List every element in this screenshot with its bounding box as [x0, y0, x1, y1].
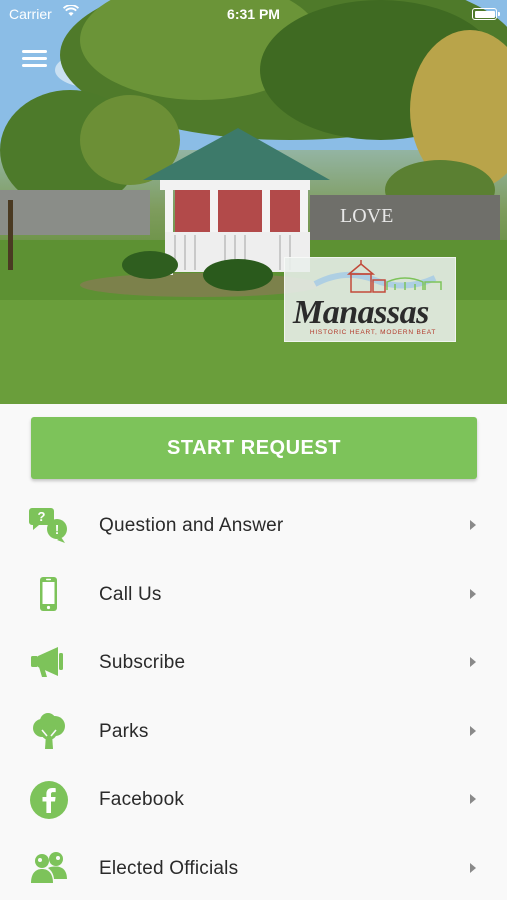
menu-item-label: Question and Answer	[99, 515, 284, 536]
menu-item-facebook[interactable]: Facebook	[0, 765, 507, 834]
menu-item-call-us[interactable]: Call Us	[0, 560, 507, 629]
facebook-icon	[30, 781, 68, 819]
logo-wordmark: Manassas	[293, 294, 429, 331]
logo-tagline: HISTORIC HEART, MODERN BEAT	[309, 329, 437, 336]
chevron-right-icon	[470, 588, 476, 599]
people-icon	[31, 851, 67, 883]
hero-image: LOVE Carrier 6:31 PM Manassas HISTORIC H…	[0, 0, 507, 404]
clock: 6:31 PM	[227, 6, 280, 22]
menu-item-question-and-answer[interactable]: ? ! Question and Answer	[0, 491, 507, 560]
tree-icon	[33, 712, 65, 749]
menu-item-label: Facebook	[99, 789, 185, 810]
menu-list: ? ! Question and Answer Call Us Subscrib…	[0, 491, 507, 900]
menu-item-label: Subscribe	[99, 652, 186, 673]
chat-question-icon: ? !	[29, 508, 67, 543]
svg-text:LOVE: LOVE	[340, 205, 393, 227]
status-bar: Carrier 6:31 PM	[0, 0, 507, 28]
chevron-right-icon	[470, 520, 476, 530]
svg-text:!: !	[55, 522, 59, 537]
manassas-logo: Manassas HISTORIC HEART, MODERN BEAT	[284, 257, 456, 342]
phone-icon	[40, 576, 57, 611]
menu-item-label: Parks	[99, 720, 149, 742]
chevron-right-icon	[470, 657, 476, 667]
park-photo: LOVE	[0, 0, 507, 404]
main-content: START REQUEST ? ! Question and Answer Ca…	[0, 404, 507, 900]
menu-item-subscribe[interactable]: Subscribe	[0, 628, 507, 697]
start-request-button[interactable]: START REQUEST	[31, 417, 477, 479]
menu-item-parks[interactable]: Parks	[0, 697, 507, 766]
menu-item-label: Call Us	[99, 583, 162, 605]
megaphone-icon	[31, 647, 63, 677]
chevron-right-icon	[470, 862, 476, 873]
svg-text:?: ?	[38, 509, 46, 524]
hamburger-menu-icon[interactable]	[22, 50, 47, 70]
battery-icon	[472, 8, 500, 20]
menu-item-elected-officials[interactable]: Elected Officials	[0, 834, 507, 900]
chevron-right-icon	[470, 725, 476, 736]
chevron-right-icon	[470, 794, 476, 804]
menu-item-label: Elected Officials	[99, 857, 239, 879]
